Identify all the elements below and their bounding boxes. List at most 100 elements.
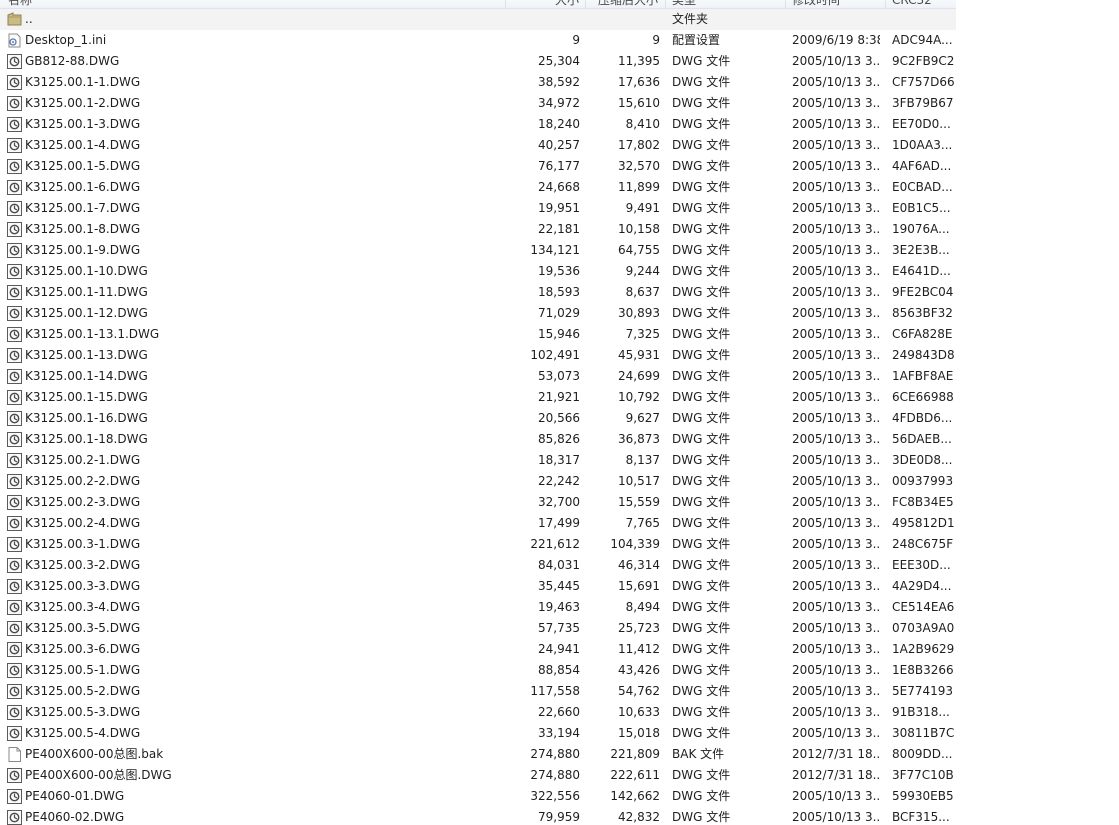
file-type: DWG 文件: [672, 537, 731, 551]
file-modified-date: 2005/10/13 3...: [792, 558, 880, 572]
file-size: 35,445: [538, 579, 580, 593]
file-row[interactable]: K3125.00.1-13.1.DWG 15,946 7,325 DWG 文件 2005…: [0, 324, 1119, 345]
dwg-file-icon: [7, 600, 22, 615]
file-crc: CE514EA6: [892, 600, 954, 614]
file-size: 117,558: [530, 684, 580, 698]
file-type: DWG 文件: [672, 75, 731, 89]
file-row[interactable]: K3125.00.1-16.DWG 20,566 9,627 DWG 文件 2005/1…: [0, 408, 1119, 429]
file-modified-date: 2005/10/13 3...: [792, 117, 880, 131]
file-row[interactable]: K3125.00.3-2.DWG 84,031 46,314 DWG 文件 2005/1…: [0, 555, 1119, 576]
file-type: DWG 文件: [672, 810, 731, 824]
file-compressed-size: 9,491: [625, 201, 660, 215]
file-row[interactable]: GB812-88.DWG 25,304 11,395 DWG 文件 2005/10/13…: [0, 51, 1119, 72]
file-row[interactable]: K3125.00.2-4.DWG 17,499 7,765 DWG 文件 2005/10…: [0, 513, 1119, 534]
column-header-modified[interactable]: 修改时间: [792, 0, 840, 8]
file-modified-date: 2005/10/13 3...: [792, 474, 880, 488]
file-row[interactable]: K3125.00.1-8.DWG 22,181 10,158 DWG 文件 2005/1…: [0, 219, 1119, 240]
dwg-file-icon: [7, 96, 22, 111]
column-header-type[interactable]: 类型: [672, 0, 696, 8]
column-header-size[interactable]: 大小: [555, 0, 579, 8]
file-modified-date: 2005/10/13 3...: [792, 285, 880, 299]
file-name: PE4060-01.DWG: [25, 789, 125, 803]
column-divider[interactable]: [785, 0, 786, 8]
column-header-compressed[interactable]: 压缩后大小: [598, 0, 658, 8]
column-divider[interactable]: [885, 0, 886, 8]
file-modified-date: 2005/10/13 3...: [792, 75, 880, 89]
file-modified-date: 2005/10/13 3...: [792, 684, 880, 698]
file-row[interactable]: K3125.00.3-1.DWG 221,612 104,339 DWG 文件 2005…: [0, 534, 1119, 555]
file-row[interactable]: K3125.00.3-4.DWG 19,463 8,494 DWG 文件 2005/10…: [0, 597, 1119, 618]
parent-folder-row[interactable]: .. 文件夹: [0, 9, 956, 30]
dwg-file-icon: [7, 285, 22, 300]
file-type: DWG 文件: [672, 264, 731, 278]
file-name: K3125.00.2-4.DWG: [25, 516, 141, 530]
file-crc: 3FB79B67: [892, 96, 954, 110]
file-row[interactable]: PE400X600-00总图.DWG 274,880 222,611 DWG 文件 20…: [0, 765, 1119, 786]
file-row[interactable]: K3125.00.1-3.DWG 18,240 8,410 DWG 文件 2005/10…: [0, 114, 1119, 135]
file-row[interactable]: K3125.00.3-5.DWG 57,735 25,723 DWG 文件 2005/1…: [0, 618, 1119, 639]
file-row[interactable]: K3125.00.2-3.DWG 32,700 15,559 DWG 文件 2005/1…: [0, 492, 1119, 513]
file-crc: EEE30D...: [892, 558, 951, 572]
file-row[interactable]: K3125.00.1-18.DWG 85,826 36,873 DWG 文件 2005/…: [0, 429, 1119, 450]
file-compressed-size: 8,137: [625, 453, 660, 467]
file-row[interactable]: Desktop_1.ini 9 9 配置设置 2009/6/19 8:38 ADC94A.…: [0, 30, 1119, 51]
file-compressed-size: 54,762: [618, 684, 660, 698]
file-name: K3125.00.1-15.DWG: [25, 390, 148, 404]
file-row[interactable]: PE4060-01.DWG 322,556 142,662 DWG 文件 2005/10…: [0, 786, 1119, 807]
file-row[interactable]: K3125.00.1-12.DWG 71,029 30,893 DWG 文件 2005/…: [0, 303, 1119, 324]
file-row[interactable]: K3125.00.1-11.DWG 18,593 8,637 DWG 文件 2005/1…: [0, 282, 1119, 303]
file-name: K3125.00.2-3.DWG: [25, 495, 141, 509]
file-row[interactable]: K3125.00.1-4.DWG 40,257 17,802 DWG 文件 2005/1…: [0, 135, 1119, 156]
file-row[interactable]: K3125.00.3-6.DWG 24,941 11,412 DWG 文件 2005/1…: [0, 639, 1119, 660]
file-name: K3125.00.1-18.DWG: [25, 432, 148, 446]
column-header-name[interactable]: 名称: [8, 0, 32, 8]
file-modified-date: 2005/10/13 3...: [792, 180, 880, 194]
file-crc: CF757D66: [892, 75, 954, 89]
file-row[interactable]: K3125.00.5-4.DWG 33,194 15,018 DWG 文件 2005/1…: [0, 723, 1119, 744]
file-row[interactable]: K3125.00.5-3.DWG 22,660 10,633 DWG 文件 2005/1…: [0, 702, 1119, 723]
file-row[interactable]: K3125.00.1-6.DWG 24,668 11,899 DWG 文件 2005/1…: [0, 177, 1119, 198]
file-modified-date: 2005/10/13 3...: [792, 243, 880, 257]
file-crc: C6FA828E: [892, 327, 953, 341]
dwg-file-icon: [7, 264, 22, 279]
file-row[interactable]: K3125.00.2-2.DWG 22,242 10,517 DWG 文件 2005/1…: [0, 471, 1119, 492]
file-type: DWG 文件: [672, 516, 731, 530]
dwg-file-icon: [7, 222, 22, 237]
file-crc: 1AFBF8AE: [892, 369, 954, 383]
blank-file-icon: [7, 747, 22, 762]
file-row[interactable]: K3125.00.3-3.DWG 35,445 15,691 DWG 文件 2005/1…: [0, 576, 1119, 597]
file-row[interactable]: K3125.00.1-9.DWG 134,121 64,755 DWG 文件 2005/…: [0, 240, 1119, 261]
file-row[interactable]: K3125.00.1-5.DWG 76,177 32,570 DWG 文件 2005/1…: [0, 156, 1119, 177]
file-row[interactable]: K3125.00.1-13.DWG 102,491 45,931 DWG 文件 2005…: [0, 345, 1119, 366]
file-crc: BCF315...: [892, 810, 950, 824]
file-type: DWG 文件: [672, 600, 731, 614]
file-row[interactable]: K3125.00.1-10.DWG 19,536 9,244 DWG 文件 2005/1…: [0, 261, 1119, 282]
file-row[interactable]: K3125.00.1-14.DWG 53,073 24,699 DWG 文件 2005/…: [0, 366, 1119, 387]
file-row[interactable]: PE400X600-00总图.bak 274,880 221,809 BAK 文件 20…: [0, 744, 1119, 765]
file-crc: EE70D0...: [892, 117, 951, 131]
column-divider[interactable]: [665, 0, 666, 8]
file-name: K3125.00.1-13.1.DWG: [25, 327, 160, 341]
file-row[interactable]: K3125.00.1-1.DWG 38,592 17,636 DWG 文件 2005/1…: [0, 72, 1119, 93]
file-compressed-size: 104,339: [610, 537, 660, 551]
file-size: 22,181: [538, 222, 580, 236]
column-divider[interactable]: [585, 0, 586, 8]
file-crc: 495812D1: [892, 516, 954, 530]
file-compressed-size: 15,018: [618, 726, 660, 740]
file-type: DWG 文件: [672, 54, 731, 68]
file-type: DWG 文件: [672, 768, 731, 782]
file-row[interactable]: K3125.00.5-2.DWG 117,558 54,762 DWG 文件 2005/…: [0, 681, 1119, 702]
file-row[interactable]: K3125.00.1-15.DWG 21,921 10,792 DWG 文件 2005/…: [0, 387, 1119, 408]
file-name: K3125.00.3-5.DWG: [25, 621, 141, 635]
file-row[interactable]: K3125.00.2-1.DWG 18,317 8,137 DWG 文件 2005/10…: [0, 450, 1119, 471]
file-row[interactable]: K3125.00.1-7.DWG 19,951 9,491 DWG 文件 2005/10…: [0, 198, 1119, 219]
file-row[interactable]: K3125.00.5-1.DWG 88,854 43,426 DWG 文件 2005/1…: [0, 660, 1119, 681]
column-divider[interactable]: [505, 0, 506, 8]
file-row[interactable]: K3125.00.1-2.DWG 34,972 15,610 DWG 文件 2005/1…: [0, 93, 1119, 114]
file-row[interactable]: PE4060-02.DWG 79,959 42,832 DWG 文件 2005/10/1…: [0, 807, 1119, 825]
file-modified-date: 2005/10/13 3...: [792, 579, 880, 593]
file-crc: 248C675F: [892, 537, 954, 551]
file-name: K3125.00.2-2.DWG: [25, 474, 141, 488]
dwg-file-icon: [7, 201, 22, 216]
column-header-crc[interactable]: CRC32: [892, 0, 932, 8]
